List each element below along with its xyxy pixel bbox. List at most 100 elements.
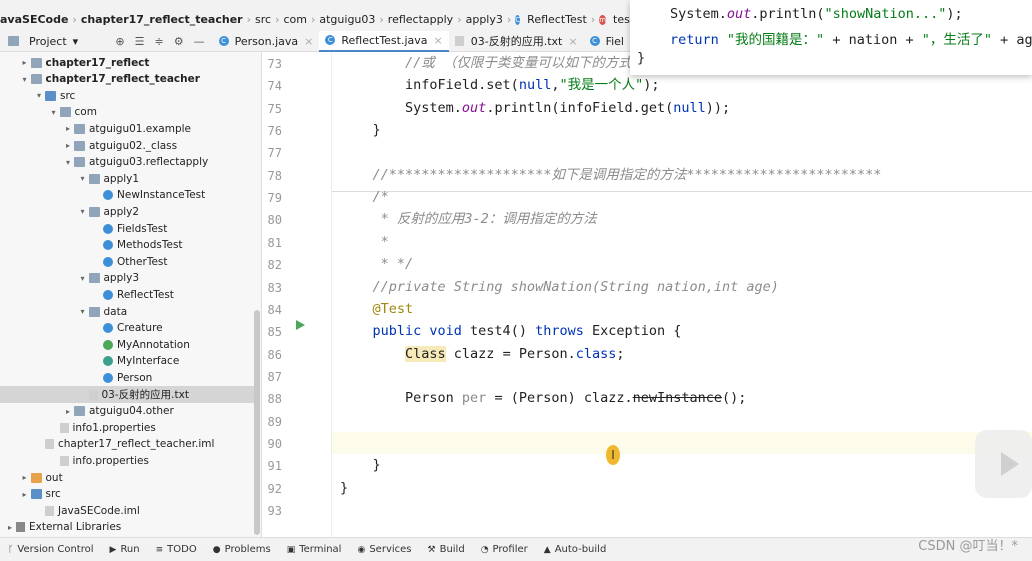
chevron-right-icon[interactable]: ▸ — [4, 523, 16, 532]
tool-profiler[interactable]: ◔ Profiler — [481, 544, 528, 555]
code-line[interactable] — [332, 410, 1032, 432]
code-line[interactable]: @Test — [332, 298, 1032, 320]
breadcrumb-item[interactable]: ReflectTest — [527, 13, 587, 26]
breadcrumb-item[interactable]: atguigu03 — [319, 13, 375, 26]
tool-build[interactable]: ⚒ Build — [428, 544, 465, 555]
tree-item[interactable]: FieldsTest — [0, 220, 254, 237]
code-line[interactable] — [332, 431, 1032, 454]
tree-item[interactable]: info1.properties — [0, 419, 254, 436]
tree-item[interactable]: ▸ atguigu04.other — [0, 403, 254, 420]
tool-run[interactable]: ▶ Run — [110, 544, 140, 555]
tree-item[interactable]: ▾ apply3 — [0, 270, 254, 287]
code-line[interactable]: /* — [332, 186, 1032, 208]
tree-item[interactable]: ▸ chapter17_reflect — [0, 54, 254, 71]
tree-item[interactable]: ▸ External Libraries — [0, 519, 254, 536]
close-icon[interactable]: × — [434, 34, 443, 47]
breadcrumb-item[interactable]: chapter17_reflect_teacher — [81, 13, 243, 26]
code-line[interactable]: infoField.set(null,"我是一个人"); — [332, 74, 1032, 96]
code-line[interactable]: * */ — [332, 253, 1032, 275]
code-line[interactable]: System.out.println(infoField.get(null)); — [332, 97, 1032, 119]
chevron-down-icon[interactable]: ▾ — [77, 274, 89, 283]
tree-item[interactable]: JavaSECode.iml — [0, 502, 254, 519]
code-line[interactable] — [332, 365, 1032, 387]
tree-item[interactable]: ReflectTest — [0, 286, 254, 303]
code-line[interactable]: * — [332, 231, 1032, 253]
chevron-down-icon[interactable]: ▾ — [19, 75, 31, 84]
code-line[interactable]: //private String showNation(String natio… — [332, 276, 1032, 298]
tree-scrollbar[interactable] — [254, 310, 260, 535]
tool-problems[interactable]: ● Problems — [213, 544, 271, 555]
tab-0[interactable]: C Person.java × — [213, 31, 320, 52]
tree-item[interactable]: ▸ out — [0, 469, 254, 486]
chevron-right-icon[interactable]: ▸ — [62, 124, 74, 133]
chevron-right-icon[interactable]: ▸ — [62, 407, 74, 416]
breadcrumb-item[interactable]: reflectapply — [388, 13, 453, 26]
code-line[interactable]: //********************如下是调用指定的方法********… — [332, 164, 1032, 186]
tree-item[interactable]: info.properties — [0, 452, 254, 469]
code-line[interactable]: Person per = (Person) clazz.newInstance(… — [332, 387, 1032, 409]
tree-item[interactable]: ▸ atguigu01.example — [0, 120, 254, 137]
expand-all-icon[interactable]: ☰ — [135, 35, 145, 48]
chevron-right-icon[interactable]: ▸ — [62, 141, 74, 150]
tab-1[interactable]: C ReflectTest.java × — [319, 30, 449, 52]
tree-item[interactable]: 03-反射的应用.txt — [0, 386, 254, 403]
close-icon[interactable]: × — [568, 35, 577, 48]
tree-item[interactable]: ▾ src — [0, 87, 254, 104]
tree-item[interactable]: NewInstanceTest — [0, 187, 254, 204]
code-editor[interactable]: //或 （仅限于类变量可以如下的方式 infoField.set(null,"我… — [332, 52, 1032, 537]
tree-item[interactable]: ▸ atguigu02._class — [0, 137, 254, 154]
tree-item[interactable]: ▸ src — [0, 486, 254, 503]
run-test-icon[interactable] — [296, 320, 305, 330]
tree-item[interactable]: Person — [0, 369, 254, 386]
chevron-right-icon[interactable]: ▸ — [19, 58, 31, 67]
chevron-right-icon[interactable]: ▸ — [19, 490, 31, 499]
tree-item[interactable]: ▾ atguigu03.reflectapply — [0, 154, 254, 171]
video-play-button[interactable] — [975, 430, 1032, 498]
tree-item[interactable]: MethodsTest — [0, 237, 254, 254]
tree-item[interactable]: OtherTest — [0, 253, 254, 270]
code-line[interactable]: } — [332, 119, 1032, 141]
tree-item[interactable]: MyAnnotation — [0, 336, 254, 353]
collapse-all-icon[interactable]: ≑ — [155, 35, 164, 48]
tab-2[interactable]: 03-反射的应用.txt × — [449, 31, 584, 52]
tree-item[interactable]: ▾ apply2 — [0, 203, 254, 220]
tab-3[interactable]: C Fiel — [584, 31, 630, 52]
gear-icon[interactable]: ⚙ — [174, 35, 184, 48]
code-line[interactable]: } — [332, 454, 1032, 476]
chevron-down-icon[interactable]: ▾ — [33, 91, 45, 100]
chevron-down-icon[interactable]: ▾ — [77, 174, 89, 183]
tree-item[interactable]: MyInterface — [0, 353, 254, 370]
chevron-right-icon[interactable]: ▸ — [19, 473, 31, 482]
project-view-selector[interactable]: Project — [29, 35, 67, 48]
tool-terminal[interactable]: ▣ Terminal — [287, 544, 342, 555]
code-line[interactable]: public void test4() throws Exception { — [332, 320, 1032, 342]
close-icon[interactable]: × — [304, 35, 313, 48]
tool-auto-build[interactable]: ▲ Auto-build — [544, 544, 607, 555]
code-line[interactable]: Class clazz = Person.class; — [332, 343, 1032, 365]
tree-item[interactable]: ▾ com — [0, 104, 254, 121]
chevron-down-icon[interactable]: ▾ — [77, 307, 89, 316]
code-line[interactable]: * 反射的应用3-2：调用指定的方法 — [332, 208, 1032, 230]
code-line[interactable] — [332, 141, 1032, 163]
tree-item[interactable]: ▾ apply1 — [0, 170, 254, 187]
tree-item[interactable]: chapter17_reflect_teacher.iml — [0, 436, 254, 453]
tool-services[interactable]: ◉ Services — [357, 544, 411, 555]
breadcrumb-item[interactable]: src — [255, 13, 271, 26]
code-line[interactable]: } — [332, 477, 1032, 499]
code-line[interactable] — [332, 499, 1032, 521]
chevron-down-icon[interactable]: ▾ — [62, 158, 74, 167]
tool-todo[interactable]: ≡ TODO — [156, 544, 197, 555]
line-number: 75 — [267, 101, 282, 116]
chevron-down-icon[interactable]: ▾ — [48, 108, 60, 117]
chevron-down-icon[interactable]: ▾ — [77, 207, 89, 216]
tool-version-control[interactable]: ᚴ Version Control — [8, 544, 94, 555]
tree-item[interactable]: Creature — [0, 320, 254, 337]
breadcrumb-item[interactable]: com — [283, 13, 307, 26]
tree-item[interactable]: ▾ chapter17_reflect_teacher — [0, 71, 254, 88]
chevron-down-icon[interactable]: ▾ — [73, 35, 79, 48]
minimize-icon[interactable]: — — [194, 35, 205, 48]
breadcrumb-item[interactable]: avaSECode — [0, 13, 68, 26]
breadcrumb-item[interactable]: apply3 — [466, 13, 503, 26]
locate-icon[interactable]: ⊕ — [115, 35, 124, 48]
tree-item[interactable]: ▾ data — [0, 303, 254, 320]
